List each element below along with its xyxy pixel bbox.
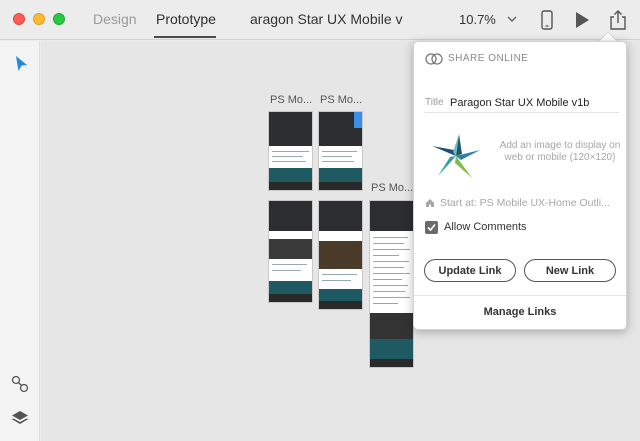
artboard-label[interactable]: PS Mo... (270, 94, 312, 106)
app-window: Design Prototype aragon Star UX Mobile v… (0, 0, 640, 441)
minimize-window-button[interactable] (33, 13, 45, 25)
link-icon[interactable] (11, 375, 29, 393)
new-link-button[interactable]: New Link (524, 259, 616, 282)
title-underline (425, 112, 619, 113)
tab-design[interactable]: Design (93, 11, 137, 27)
divider (414, 295, 626, 296)
artboard-thumbnail-selected[interactable] (318, 111, 363, 191)
paragon-star-logo[interactable] (428, 128, 484, 184)
share-icon[interactable] (608, 9, 628, 31)
title-bar: Design Prototype aragon Star UX Mobile v… (0, 0, 640, 40)
share-online-heading: SHARE ONLINE (448, 53, 529, 64)
allow-comments-checkbox[interactable] (425, 221, 438, 234)
artboard-thumbnail[interactable] (318, 200, 363, 310)
artboard-thumbnail[interactable] (369, 200, 414, 368)
checkmark-icon (427, 223, 436, 232)
close-window-button[interactable] (13, 13, 25, 25)
artboard-thumbnail[interactable] (268, 111, 313, 191)
select-arrow-icon[interactable] (13, 55, 29, 73)
artboard-thumbnail[interactable] (268, 200, 313, 303)
share-online-panel: SHARE ONLINE Title Add an image to displ… (413, 41, 627, 330)
title-input[interactable] (450, 94, 620, 112)
play-icon[interactable] (574, 11, 590, 29)
add-image-hint: Add an image to display on web or mobile… (499, 140, 621, 163)
active-tab-indicator (154, 36, 216, 38)
left-toolbar (0, 41, 40, 441)
chevron-down-icon[interactable] (506, 12, 518, 26)
title-label: Title (425, 97, 444, 108)
phone-icon[interactable] (538, 10, 556, 30)
update-link-button[interactable]: Update Link (424, 259, 516, 282)
home-icon (426, 199, 434, 207)
artboard-label[interactable]: PS Mo... (320, 94, 362, 106)
layers-icon[interactable] (11, 409, 29, 427)
tab-prototype[interactable]: Prototype (156, 11, 216, 27)
zoom-level[interactable]: 10.7% (459, 12, 496, 27)
start-at-text[interactable]: Start at: PS Mobile UX-Home Outli... (440, 197, 620, 209)
selection-indicator (354, 112, 362, 128)
artboard-label[interactable]: PS Mo... (371, 182, 413, 194)
allow-comments-label[interactable]: Allow Comments (444, 221, 527, 233)
manage-links-link[interactable]: Manage Links (414, 306, 626, 318)
document-title: aragon Star UX Mobile v (250, 11, 403, 27)
creative-cloud-icon (425, 53, 443, 65)
maximize-window-button[interactable] (53, 13, 65, 25)
